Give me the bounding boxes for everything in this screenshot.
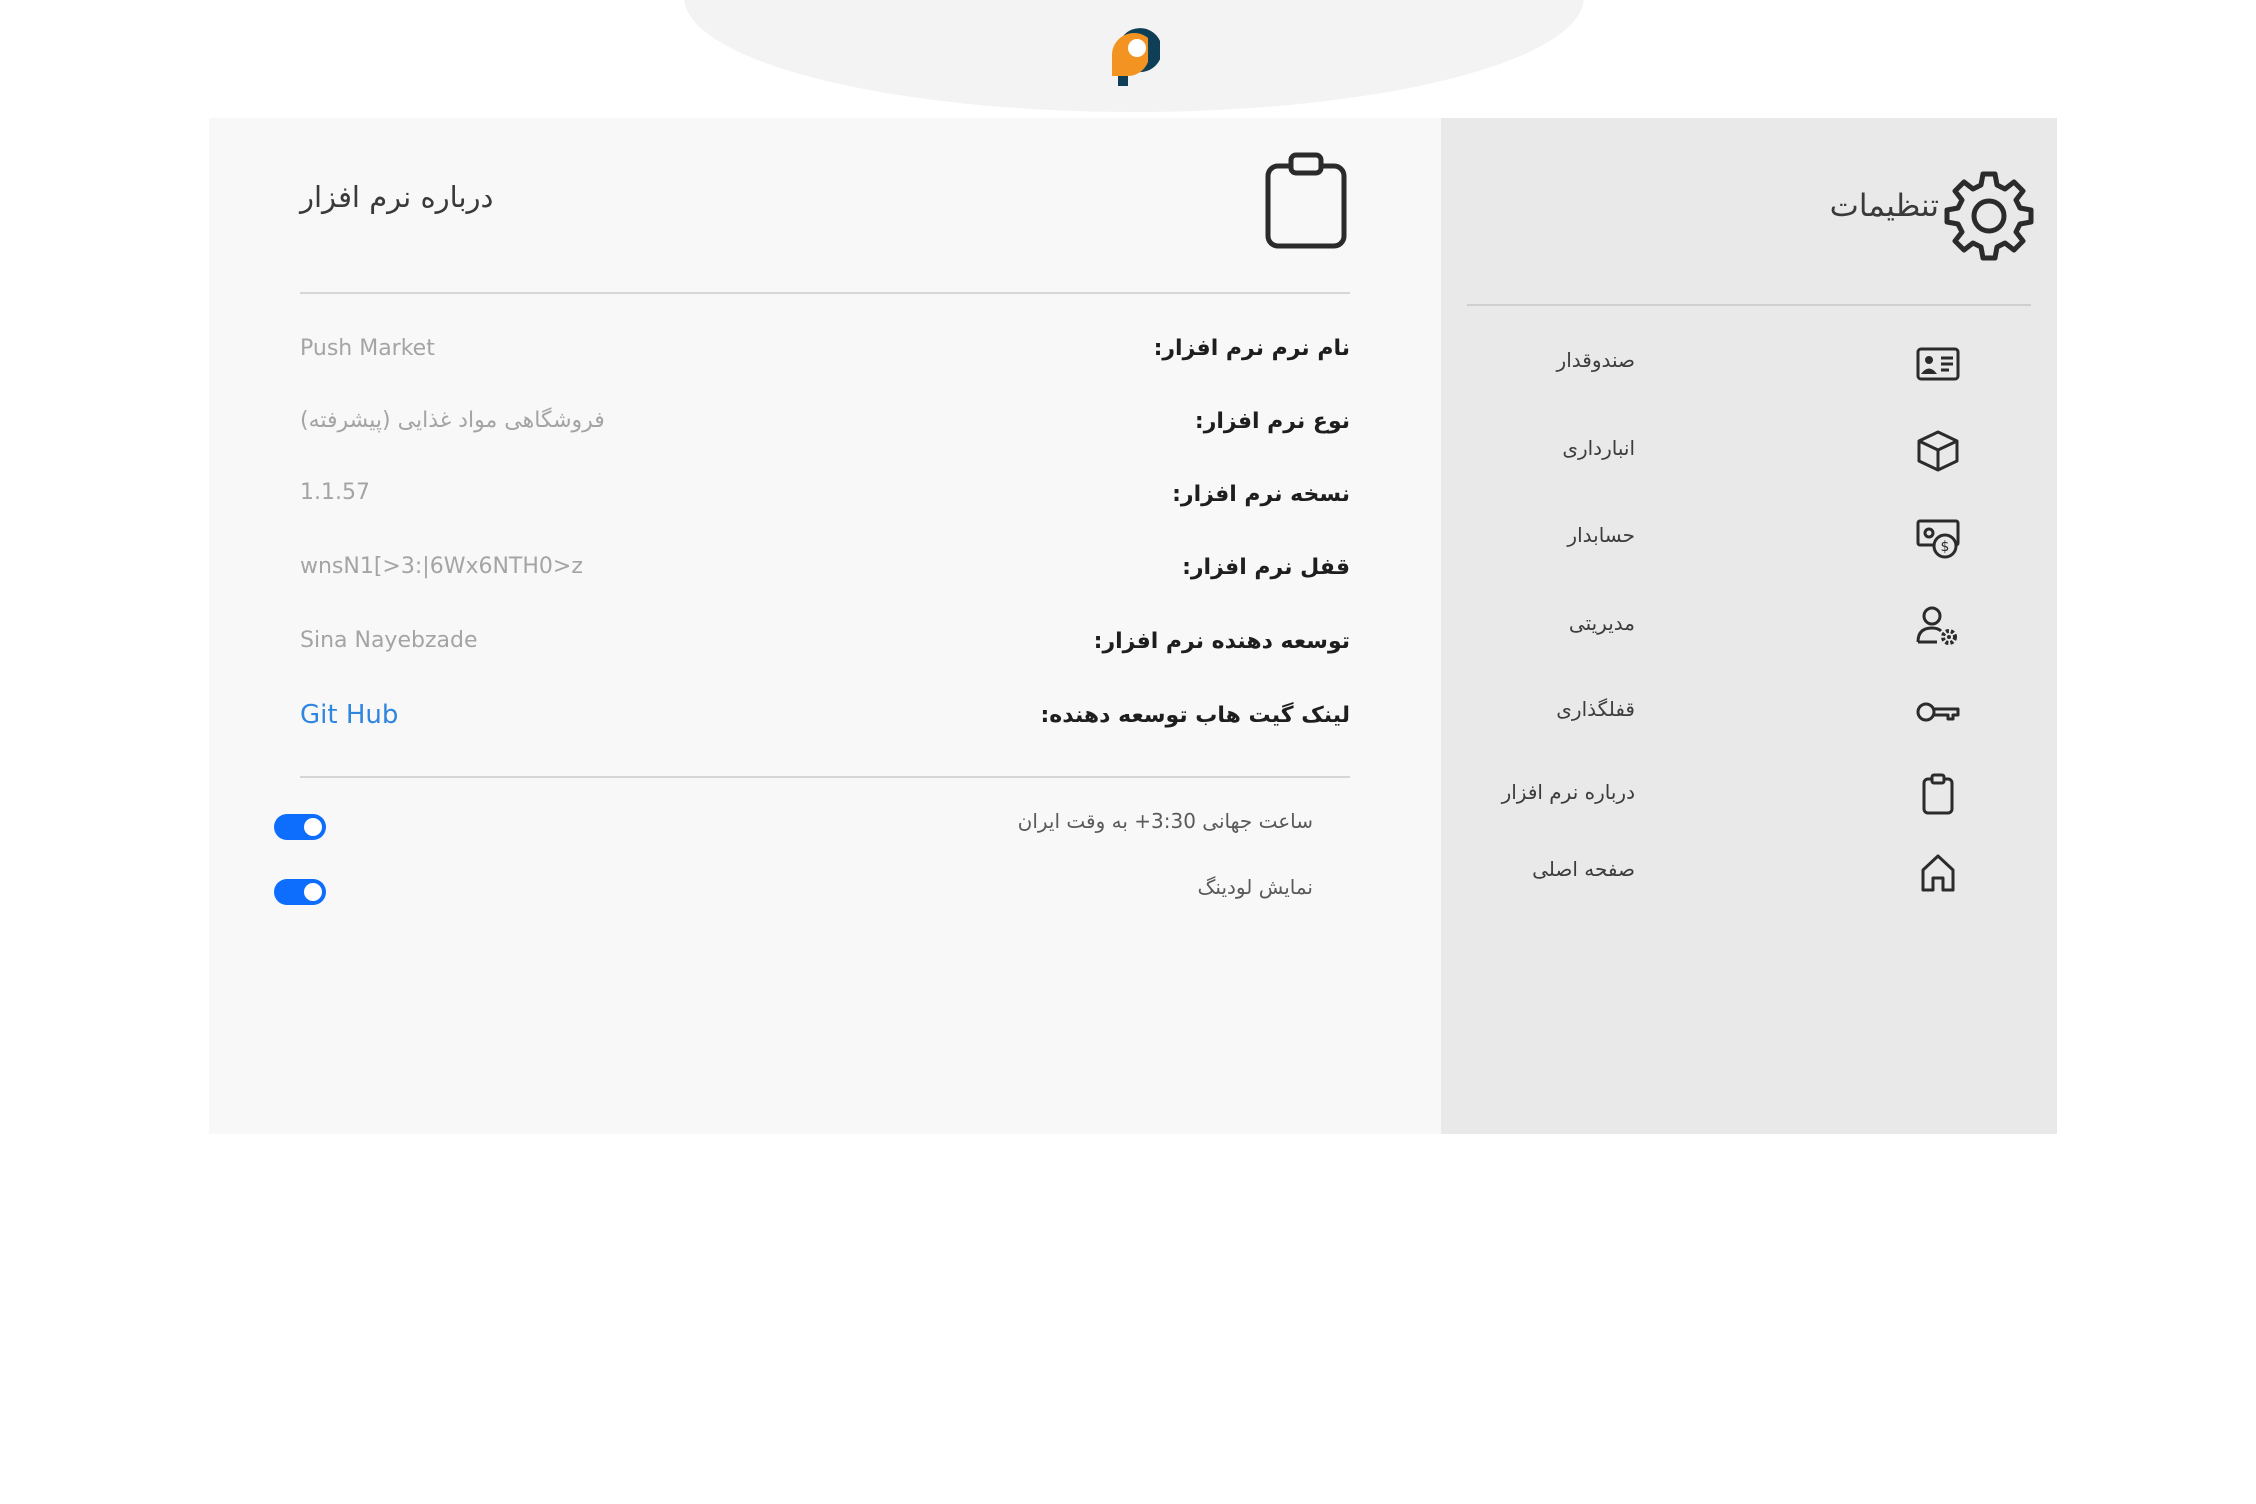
- sidebar-item-about[interactable]: درباره نرم افزار: [1467, 766, 2031, 824]
- toggle-label-loading: نمایش لودینگ: [1197, 875, 1313, 899]
- about-panel: درباره نرم افزار نام نرم نرم افزار: Push…: [209, 118, 1441, 1134]
- info-label-name: نام نرم نرم افزار:: [1153, 336, 1350, 361]
- page-title: درباره نرم افزار: [300, 180, 494, 214]
- push-market-logo: [1104, 16, 1160, 88]
- divider: [300, 776, 1350, 778]
- loading-toggle[interactable]: [274, 879, 326, 905]
- sidebar-item-label: صفحه اصلی: [1532, 857, 1635, 881]
- info-value-developer: Sina Nayebzade: [300, 628, 478, 653]
- info-label-version: نسخه نرم افزار:: [1172, 482, 1350, 507]
- toggle-label-world-clock: ساعت جهانی 3:30+ به وقت ایران: [1017, 809, 1313, 833]
- info-label-lock: قفل نرم افزار:: [1182, 555, 1350, 580]
- key-icon: [1915, 690, 1961, 734]
- sidebar-item-label: حسابدار: [1567, 523, 1635, 547]
- info-label-github: لینک گیت هاب توسعه دهنده:: [1040, 703, 1350, 728]
- world-clock-toggle[interactable]: [274, 814, 326, 840]
- cash-icon: $: [1915, 516, 1961, 560]
- info-label-type: نوع نرم افزار:: [1194, 409, 1350, 434]
- sidebar-item-warehouse[interactable]: انبارداری: [1467, 422, 2031, 480]
- sidebar-item-cashier[interactable]: صندوقدار: [1467, 334, 2031, 392]
- sidebar-item-locking[interactable]: قفلگذاری: [1467, 683, 2031, 741]
- sidebar-item-label: قفلگذاری: [1556, 697, 1635, 721]
- divider: [300, 292, 1350, 294]
- id-card-icon: [1915, 341, 1961, 385]
- sidebar-item-accountant[interactable]: $ حسابدار: [1467, 509, 2031, 567]
- home-icon: [1915, 850, 1961, 894]
- user-gear-icon: [1915, 604, 1961, 648]
- box-icon: [1915, 429, 1961, 473]
- sidebar-item-management[interactable]: مدیریتی: [1467, 597, 2031, 655]
- sidebar-item-home[interactable]: صفحه اصلی: [1467, 843, 2031, 901]
- info-value-lock: wnsN1[>3:|6Wx6NTH0>z: [300, 554, 583, 579]
- info-value-version: 1.1.57: [300, 480, 370, 505]
- gear-icon: [1941, 168, 2037, 264]
- sidebar-item-label: مدیریتی: [1568, 611, 1635, 635]
- sidebar-item-label: صندوقدار: [1556, 348, 1635, 372]
- sidebar-title: تنظیمات: [1829, 188, 1939, 224]
- divider: [1467, 304, 2031, 306]
- svg-text:$: $: [1941, 539, 1950, 555]
- sidebar-item-label: انبارداری: [1562, 436, 1635, 460]
- settings-sidebar: تنظیمات صندوقدار انبارداری $ حسابدار مدی…: [1441, 118, 2057, 1134]
- sidebar-item-label: درباره نرم افزار: [1501, 780, 1635, 804]
- clipboard-icon: [1915, 773, 1961, 817]
- clipboard-icon: [1263, 152, 1349, 250]
- info-value-type: فروشگاهی مواد غذایی (پیشرفته): [300, 408, 605, 433]
- info-value-name: Push Market: [300, 336, 435, 361]
- github-link[interactable]: Git Hub: [300, 700, 398, 730]
- settings-card: درباره نرم افزار نام نرم نرم افزار: Push…: [209, 118, 2057, 1134]
- info-label-developer: توسعه دهنده نرم افزار:: [1093, 629, 1350, 654]
